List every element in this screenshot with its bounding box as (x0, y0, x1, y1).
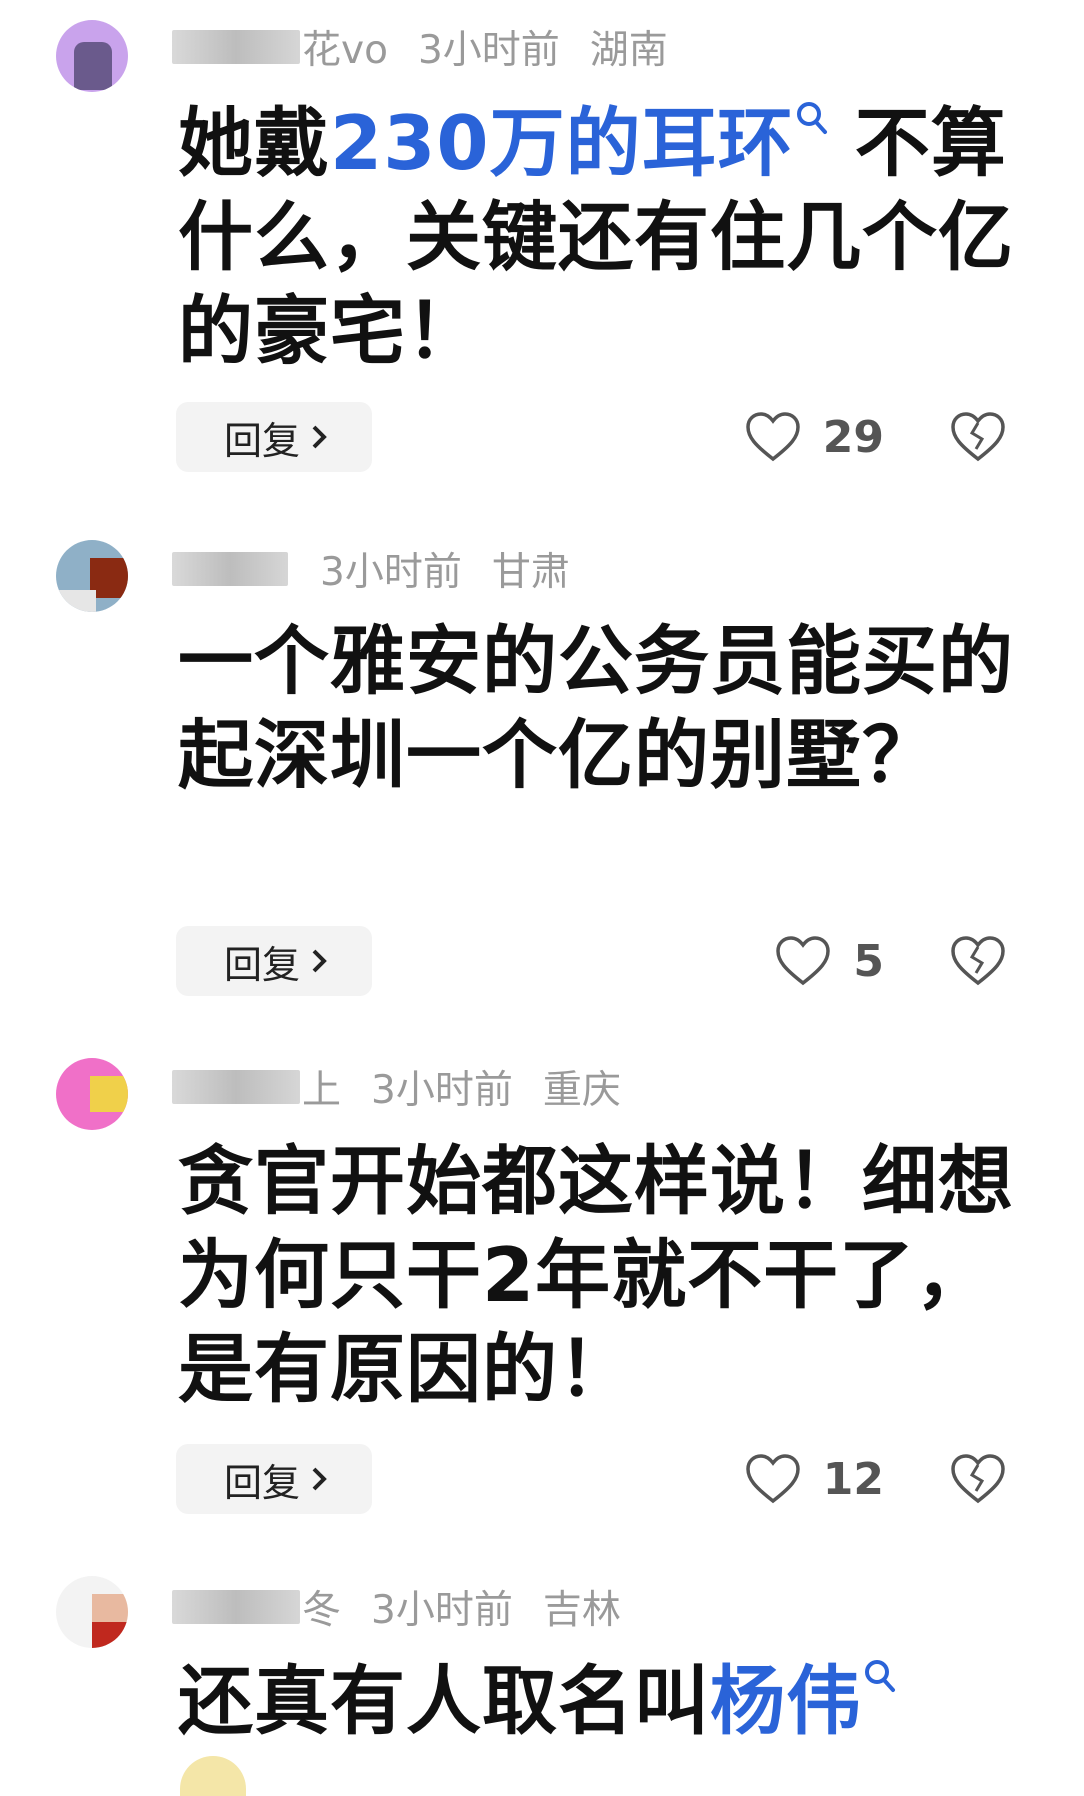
reply-button[interactable]: 回复 (176, 926, 372, 996)
chevron-right-icon (312, 1467, 327, 1491)
like-button[interactable]: 5 (775, 926, 884, 996)
heart-outline-icon (746, 1454, 800, 1504)
comment-meta: 3小时前 甘肃 (172, 542, 570, 596)
comment-text-part: 还真有人取名叫 (178, 1657, 711, 1745)
broken-heart-icon[interactable] (950, 1453, 1006, 1505)
chevron-right-icon (312, 949, 327, 973)
username[interactable]: 冬 (302, 1579, 341, 1635)
search-icon[interactable] (794, 100, 828, 140)
avatar[interactable] (56, 1576, 128, 1648)
like-button[interactable]: 29 (745, 402, 884, 472)
timestamp: 3小时前 (371, 1588, 513, 1633)
location: 湖南 (589, 28, 668, 73)
broken-heart-icon[interactable] (950, 935, 1006, 987)
reply-label: 回复 (223, 1460, 300, 1505)
avatar[interactable] (56, 20, 128, 92)
comment-text-part: 一个雅安的公务员能买的起深圳一个亿的别墅？ (178, 617, 1015, 799)
heart-outline-icon (776, 936, 831, 986)
comment-text: 她戴230万的耳环 不算什么，关键还有住几个亿的豪宅！ (178, 96, 1018, 378)
like-count: 12 (822, 1453, 884, 1505)
username-redacted (172, 1070, 300, 1104)
avatar-partial[interactable] (180, 1756, 246, 1796)
search-icon[interactable] (862, 1658, 896, 1698)
username-redacted (172, 30, 300, 64)
username-redacted (172, 1590, 300, 1624)
search-link[interactable]: 230万的耳环 (330, 99, 828, 187)
timestamp: 3小时前 (417, 28, 560, 73)
timestamp: 3小时前 (371, 1068, 513, 1113)
reply-button[interactable]: 回复 (176, 402, 372, 472)
location: 重庆 (542, 1068, 621, 1113)
location: 甘肃 (491, 550, 570, 595)
heart-outline-icon (746, 412, 800, 462)
search-link[interactable]: 杨伟 (710, 1657, 896, 1745)
comment-text-part: 她戴 (178, 99, 331, 187)
comment-meta: 花vo 3小时前 湖南 (172, 20, 668, 74)
comment-text: 贪官开始都这样说！细想为何只干2年就不干了，是有原因的！ (178, 1134, 1018, 1416)
chevron-right-icon (312, 425, 327, 449)
username-redacted (172, 552, 288, 586)
search-link-text[interactable]: 230万的耳环 (330, 99, 794, 187)
like-count: 5 (853, 935, 884, 987)
avatar[interactable] (56, 540, 128, 612)
comment-text: 还真有人取名叫杨伟 (178, 1654, 1018, 1748)
reply-label: 回复 (223, 418, 300, 463)
comment-meta: 冬 3小时前 吉林 (172, 1580, 621, 1634)
avatar[interactable] (56, 1058, 128, 1130)
broken-heart-icon[interactable] (950, 411, 1006, 463)
reply-label: 回复 (223, 942, 300, 987)
comment-text: 一个雅安的公务员能买的起深圳一个亿的别墅？ (178, 614, 1018, 802)
timestamp: 3小时前 (320, 550, 462, 595)
username[interactable]: 花vo (302, 19, 388, 75)
search-link-text[interactable]: 杨伟 (710, 1657, 862, 1745)
like-count: 29 (822, 411, 884, 463)
reply-button[interactable]: 回复 (176, 1444, 372, 1514)
comment-text-part: 贪官开始都这样说！细想为何只干2年就不干了，是有原因的！ (178, 1137, 1015, 1413)
location: 吉林 (542, 1588, 621, 1633)
comment-meta: 上 3小时前 重庆 (172, 1060, 621, 1114)
username[interactable]: 上 (302, 1059, 341, 1115)
like-button[interactable]: 12 (745, 1444, 884, 1514)
